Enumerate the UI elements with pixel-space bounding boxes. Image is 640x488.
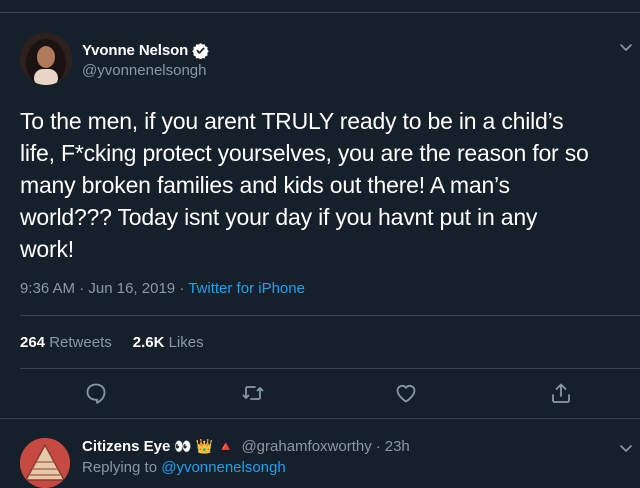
retweets-count: 264 [20,334,46,351]
reply-tweet[interactable]: Citizens Eye 👀 👑 🔺 @grahamfoxworthy · 23… [0,430,640,488]
likes-count: 2.6K [132,334,165,351]
reply-header: Citizens Eye 👀 👑 🔺 @grahamfoxworthy · 23… [82,438,410,455]
reply-author-emojis: 👀 👑 🔺 [174,438,235,454]
top-separator [0,0,640,13]
tweet-text: To the men, if you arent TRULY ready to … [20,108,589,262]
reply-author-handle[interactable]: @grahamfoxworthy [241,438,371,455]
reply-author-name[interactable]: Citizens Eye [82,438,170,455]
tweet-meta: 9:36 AM · Jun 16, 2019 · Twitter for iPh… [20,280,305,297]
share-icon[interactable] [549,381,573,405]
avatar[interactable] [20,33,72,85]
tweet-date[interactable]: Jun 16, 2019 [88,280,175,297]
likes-label: Likes [168,334,204,351]
retweets-label: Retweets [49,334,112,351]
author-name[interactable]: Yvonne Nelson [82,42,188,59]
meta-separator: · [79,280,85,297]
replying-to-label: Replying to [82,459,158,476]
chevron-down-icon[interactable] [618,39,634,55]
meta-separator: · [179,280,185,297]
meta-separator: · [375,438,381,455]
tweet-time[interactable]: 9:36 AM [20,280,75,297]
chevron-down-icon[interactable] [618,440,634,456]
reply-icon[interactable] [84,381,108,405]
replying-to-handle[interactable]: @yvonnenelsongh [161,459,285,476]
reply-time[interactable]: 23h [385,438,410,455]
verified-badge-icon [192,42,209,59]
likes-stat[interactable]: 2.6K Likes [133,334,204,351]
retweets-stat[interactable]: 264 Retweets [20,334,112,351]
tweet-author: Yvonne Nelson @yvonnenelsongh [82,40,209,79]
author-handle[interactable]: @yvonnenelsongh [82,62,209,79]
divider [20,315,640,316]
reply-avatar[interactable] [20,438,70,488]
replying-to: Replying to @yvonnenelsongh [82,459,286,476]
divider [20,368,640,369]
retweet-icon[interactable] [241,381,265,405]
like-icon[interactable] [394,381,418,405]
tweet-source[interactable]: Twitter for iPhone [188,280,305,297]
tweet-actions [0,381,640,411]
tweet: Yvonne Nelson @yvonnenelsongh To the men… [0,13,640,433]
divider [0,418,640,419]
tweet-stats: 264 Retweets 2.6K Likes [20,334,225,351]
